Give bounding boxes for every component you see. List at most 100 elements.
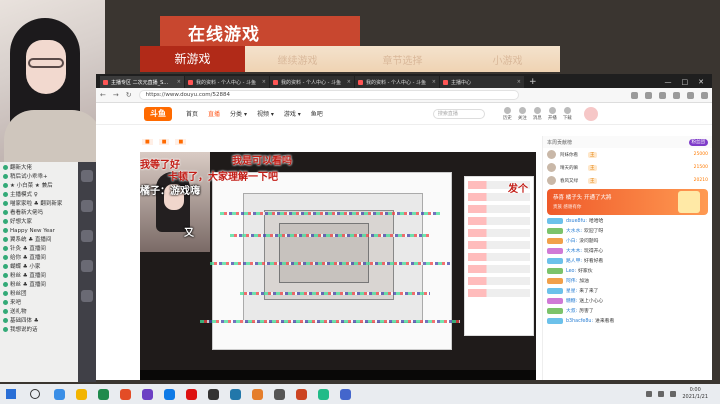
- new-tab-button[interactable]: +: [525, 76, 541, 88]
- close-icon[interactable]: ×: [432, 79, 436, 85]
- browser-tab[interactable]: 主播中心 ×: [440, 76, 524, 88]
- nav-fishbar[interactable]: 鱼吧: [311, 109, 323, 118]
- browser-tab[interactable]: 我的资料 - 个人中心 - 斗鱼 ×: [270, 76, 354, 88]
- menu-icon[interactable]: [701, 91, 708, 99]
- chat-username[interactable]: 路人甲:: [566, 259, 582, 264]
- explorer-icon[interactable]: [76, 388, 87, 400]
- chat-message[interactable]: 路人甲: 好看好看: [543, 257, 712, 267]
- chat-username[interactable]: 阿伟:: [566, 279, 577, 284]
- download-icon: [563, 106, 571, 114]
- chat-username[interactable]: 星星:: [566, 289, 577, 294]
- nav-games[interactable]: 游戏 ▾: [284, 109, 301, 118]
- app-icon[interactable]: [142, 388, 153, 400]
- history-button[interactable]: 历史: [503, 106, 512, 121]
- chat-message[interactable]: 小白: 没问题吗: [543, 237, 712, 247]
- nav-category[interactable]: 分类 ▾: [230, 109, 247, 118]
- search-icon[interactable]: [30, 389, 40, 399]
- follow-button[interactable]: 关注: [518, 106, 527, 121]
- app-icon[interactable]: [340, 388, 351, 400]
- chat-username[interactable]: Leo:: [566, 269, 576, 274]
- close-window-button[interactable]: ✕: [698, 76, 704, 88]
- app-icon[interactable]: [318, 388, 329, 400]
- close-icon[interactable]: ×: [262, 79, 266, 85]
- site-search-input[interactable]: 搜索直播: [432, 108, 485, 119]
- download-button[interactable]: 下载: [563, 106, 572, 121]
- app-icon[interactable]: [120, 388, 131, 400]
- nav-home[interactable]: 首页: [186, 109, 198, 118]
- user-level-icon: [3, 237, 8, 242]
- close-icon[interactable]: ×: [347, 79, 351, 85]
- browser-tab[interactable]: 我的资料 - 个人中心 - 斗鱼 ×: [355, 76, 439, 88]
- back-button[interactable]: ←: [100, 91, 106, 99]
- message-button[interactable]: 消息: [532, 106, 542, 121]
- rank-row[interactable]: 阿妹你看 王 25000: [543, 148, 712, 161]
- dock-button[interactable]: [81, 290, 93, 302]
- chat-username[interactable]: 大叔:: [566, 309, 577, 314]
- app-icon[interactable]: [296, 388, 307, 400]
- collections-icon[interactable]: [673, 91, 680, 99]
- rank-row[interactable]: 春风又绿 王 20210: [543, 174, 712, 187]
- close-icon[interactable]: ×: [177, 79, 181, 85]
- chat-username[interactable]: 大木木:: [566, 249, 582, 254]
- network-icon[interactable]: [646, 391, 653, 397]
- menu-mini-game[interactable]: 小游戏: [455, 52, 560, 67]
- input-method-icon[interactable]: [670, 391, 677, 397]
- nav-video[interactable]: 视频 ▾: [257, 109, 274, 118]
- video-player[interactable]: 我是可以看吗 我等了好 卡顿了，大家理解一下吧 橘子：游戏嗨 又 发个: [140, 152, 536, 380]
- menu-continue[interactable]: 继续游戏: [245, 52, 350, 67]
- dock-button[interactable]: [81, 260, 93, 272]
- chat-username[interactable]: 糖糖:: [566, 299, 577, 304]
- message-label: 消息: [532, 115, 542, 121]
- chat-message[interactable]: dsue8fu: 哈哈哈: [543, 217, 712, 227]
- reload-button[interactable]: ↻: [126, 91, 132, 99]
- chat-username[interactable]: dsue8fu:: [566, 219, 587, 224]
- edge-icon[interactable]: [98, 388, 109, 400]
- chat-message[interactable]: 糖糖: 送上小心心: [543, 297, 712, 307]
- forward-button[interactable]: →: [113, 91, 119, 99]
- chat-username[interactable]: b3hacfe8u:: [566, 319, 593, 324]
- app-icon[interactable]: [230, 388, 241, 400]
- chat-message[interactable]: 星星: 来了来了: [543, 287, 712, 297]
- dock-button[interactable]: [81, 200, 93, 212]
- browser-tab[interactable]: 主播专区 二次元直播_S... ×: [100, 76, 184, 88]
- go-live-button[interactable]: 开播: [548, 106, 557, 121]
- chat-message[interactable]: 大叔: 厉害了: [543, 307, 712, 317]
- app-icon[interactable]: [208, 388, 219, 400]
- app-icon[interactable]: [164, 388, 175, 400]
- start-button[interactable]: [6, 389, 16, 399]
- nav-live[interactable]: 直播: [208, 109, 220, 118]
- user-avatar[interactable]: [583, 106, 598, 121]
- dock-button[interactable]: [81, 170, 93, 182]
- browser-tab[interactable]: 我的资料 - 个人中心 - 斗鱼 ×: [185, 76, 269, 88]
- dock-button[interactable]: [81, 230, 93, 242]
- profile-icon[interactable]: [687, 91, 694, 99]
- site-logo[interactable]: 斗鱼: [144, 106, 172, 121]
- chat-message[interactable]: 大水水: 欢迎了呀: [543, 227, 712, 237]
- gift-icon: [678, 191, 700, 213]
- menu-chapter-select[interactable]: 章节选择: [350, 52, 455, 67]
- chat-message[interactable]: Leo: 好家伙: [543, 267, 712, 277]
- url-input[interactable]: https://www.douyu.com/52884: [138, 90, 519, 100]
- extensions-icon[interactable]: [645, 91, 652, 99]
- fan-club-button[interactable]: 粉丝团: [688, 138, 708, 146]
- app-icon[interactable]: [274, 388, 285, 400]
- volume-icon[interactable]: [658, 391, 665, 397]
- favorites-icon[interactable]: [659, 91, 666, 99]
- app-icon[interactable]: [186, 388, 197, 400]
- chat-message[interactable]: 阿伟: 加油: [543, 277, 712, 287]
- app-icon[interactable]: [252, 388, 263, 400]
- level-badge-icon: [547, 247, 563, 254]
- menu-new-game[interactable]: 新游戏: [140, 46, 245, 72]
- player-controls[interactable]: [140, 370, 536, 380]
- close-icon[interactable]: ×: [517, 79, 521, 85]
- maximize-button[interactable]: □: [682, 76, 689, 88]
- chat-username[interactable]: 大水水:: [566, 229, 582, 234]
- chat-message[interactable]: b3hacfe8u: 进来看看: [543, 317, 712, 327]
- chat-message[interactable]: 大木木: 玩得开心: [543, 247, 712, 257]
- clock[interactable]: 0:00 2021/1/21: [682, 387, 708, 401]
- minimize-button[interactable]: —: [665, 76, 672, 88]
- taskview-icon[interactable]: [54, 388, 65, 400]
- rank-row[interactable]: 晴天的嘛 王 21500: [543, 161, 712, 174]
- chat-username[interactable]: 小白:: [566, 239, 577, 244]
- bookmark-icon[interactable]: [631, 91, 638, 99]
